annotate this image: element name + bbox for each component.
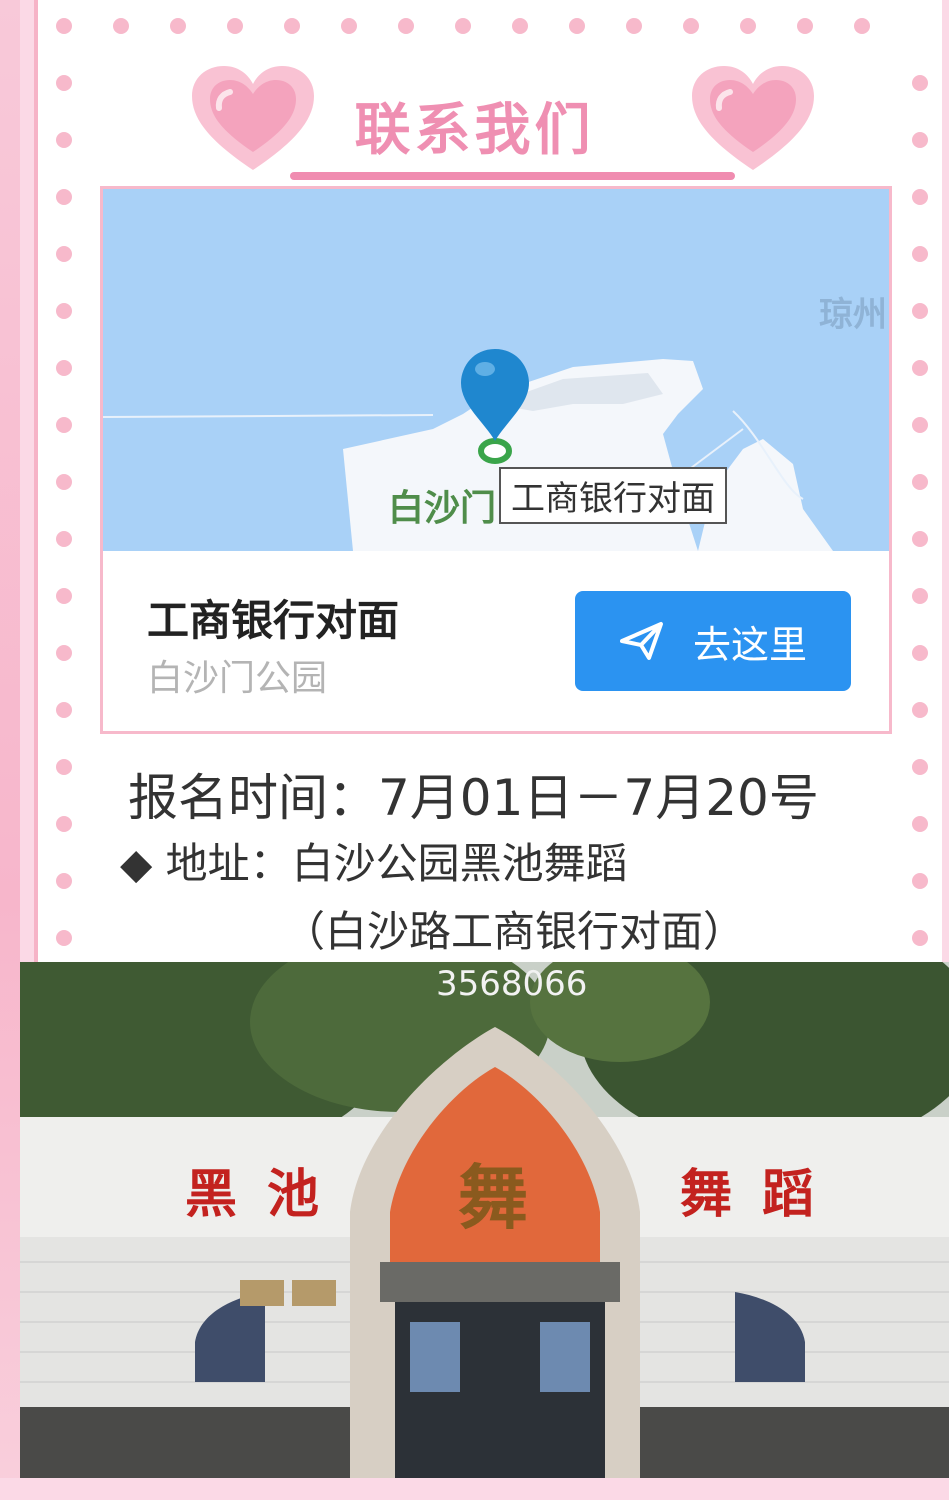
venue-photo: 黑池 舞蹈 舞 3568066 <box>20 962 949 1478</box>
send-icon <box>619 622 663 660</box>
address-note: （白沙路工商银行对面） <box>283 907 746 956</box>
location-pin-icon[interactable] <box>455 345 545 465</box>
map-region-label: 琼州 <box>819 295 887 335</box>
map-place-label: 白沙门 <box>388 488 497 529</box>
bottom-decor-strip <box>0 1478 949 1500</box>
photo-overlay-number: 3568066 <box>436 964 588 1004</box>
sign-left-text: 黑池 <box>185 1164 350 1225</box>
registration-time: 报名时间：7月01日－7月20号 <box>128 769 819 827</box>
map-tooltip: 工商银行对面 <box>499 467 727 524</box>
sign-center-logo: 舞 <box>458 1156 528 1239</box>
map-view[interactable]: 琼州 白沙门 工商银行对面 <box>103 189 889 551</box>
location-name: 工商银行对面 <box>147 596 400 645</box>
location-subtitle: 白沙门公园 <box>147 658 328 699</box>
navigate-button-label: 去这里 <box>692 622 807 667</box>
page-title: 联系我们 <box>354 98 595 163</box>
map-card[interactable]: 琼州 白沙门 工商银行对面 工商银行对面 白沙门公园 去这里 <box>100 186 892 734</box>
diamond-bullet-icon: ◆ <box>120 839 153 888</box>
title-underline <box>290 172 735 180</box>
address-line: ◆ 地址：白沙公园黑池舞蹈 <box>120 830 628 891</box>
address-text: 地址：白沙公园黑池舞蹈 <box>165 839 628 888</box>
left-decor-strip <box>0 0 20 1500</box>
sign-right-text: 舞蹈 <box>680 1164 845 1225</box>
navigate-button[interactable]: 去这里 <box>575 591 851 691</box>
